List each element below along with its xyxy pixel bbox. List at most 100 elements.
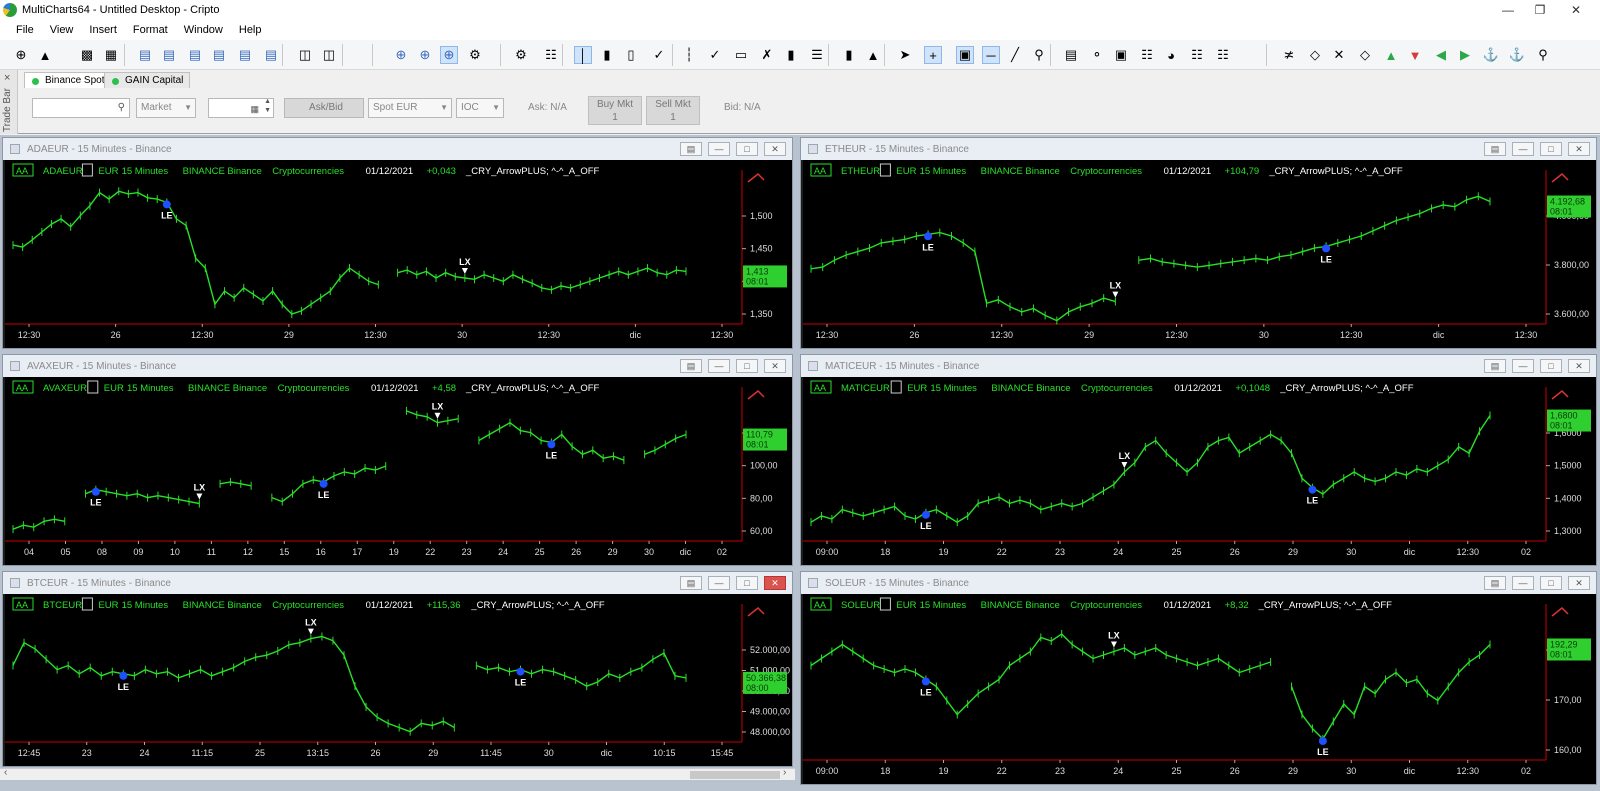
- save-icon[interactable]: ▩: [78, 46, 96, 64]
- chart-canvas[interactable]: AA MATICEUR EUR 15 Minutes BINANCE Binance Cry…: [803, 377, 1596, 565]
- minimize-chart-button[interactable]: —: [708, 576, 730, 590]
- scroll-left-icon[interactable]: ‹: [4, 767, 7, 778]
- print-icon[interactable]: ▦: [102, 46, 120, 64]
- menu-window[interactable]: Window: [176, 20, 231, 40]
- chart-window-btceur[interactable]: BTCEUR - 15 Minutes - Binance ▤ — □ ✕ AA BTCEU…: [2, 571, 793, 767]
- tick-icon[interactable]: ✓: [706, 46, 724, 64]
- maximize-chart-button[interactable]: □: [1540, 359, 1562, 373]
- format-window-button[interactable]: ▤: [1484, 576, 1506, 590]
- bar-chart-icon[interactable]: │: [574, 46, 592, 64]
- chain-icon[interactable]: ⚬: [1088, 46, 1106, 64]
- menu-insert[interactable]: Insert: [81, 20, 125, 40]
- long-entry-marker-icon[interactable]: [1322, 244, 1331, 253]
- up-green-icon[interactable]: ▲: [1382, 46, 1400, 64]
- chart-window-maticeur[interactable]: MATICEUR - 15 Minutes - Binance ▤ — □ ✕ AA MAT…: [800, 354, 1597, 566]
- format-window-button[interactable]: ▤: [680, 142, 702, 156]
- arrows-in-icon[interactable]: ✕: [1330, 46, 1348, 64]
- close-button[interactable]: ✕: [1560, 0, 1592, 20]
- format-icon[interactable]: ☷: [542, 46, 560, 64]
- right-green-icon[interactable]: ▶: [1456, 46, 1474, 64]
- settings-icon[interactable]: ⚙: [512, 46, 530, 64]
- anchor-icon[interactable]: ⚓: [1482, 46, 1500, 64]
- close-chart-button[interactable]: ✕: [764, 142, 786, 156]
- maximize-chart-button[interactable]: □: [1540, 576, 1562, 590]
- volume-icon[interactable]: ▮: [840, 46, 858, 64]
- add-indicator-icon[interactable]: ⊕: [392, 46, 410, 64]
- line-icon[interactable]: ✓: [650, 46, 668, 64]
- long-entry-marker-icon[interactable]: [921, 677, 930, 686]
- spinner-icon[interactable]: ▲ ▼: [264, 97, 271, 115]
- crosshair-icon[interactable]: +: [924, 46, 942, 64]
- chart-canvas[interactable]: AA BTCEUR EUR 15 Minutes BINANCE Binance Crypt…: [5, 594, 792, 766]
- candle-icon[interactable]: ▮: [598, 46, 616, 64]
- candle2-icon[interactable]: ▮: [782, 46, 800, 64]
- quantity-stepper[interactable]: ▦ ▲ ▼: [208, 98, 274, 118]
- tree-icon[interactable]: ☷: [1214, 46, 1232, 64]
- restore-button[interactable]: ❐: [1524, 0, 1556, 20]
- magnify-icon[interactable]: ⚲: [1534, 46, 1552, 64]
- bars-icon[interactable]: ☰: [808, 46, 826, 64]
- arrows-out-icon[interactable]: ◇: [1356, 46, 1374, 64]
- symbol-input[interactable]: ⚲: [32, 98, 130, 118]
- sell-market-button[interactable]: Sell Mkt 1: [646, 96, 700, 125]
- grid-icon[interactable]: ☷: [1138, 46, 1156, 64]
- export-icon[interactable]: ◫: [320, 46, 338, 64]
- long-entry-marker-icon[interactable]: [119, 671, 128, 680]
- tab-binance-spot[interactable]: Binance Spot: [24, 72, 112, 88]
- chart-canvas[interactable]: AA AVAXEUR EUR 15 Minutes BINANCE Binance Cryp…: [5, 377, 792, 565]
- chart-window-titlebar[interactable]: BTCEUR - 15 Minutes - Binance ▤ — □ ✕: [3, 572, 792, 594]
- expand-icon[interactable]: ◇: [1306, 46, 1324, 64]
- properties-icon[interactable]: ⚙: [466, 46, 484, 64]
- format-window-button[interactable]: ▤: [1484, 142, 1506, 156]
- delta-icon[interactable]: ▲: [864, 46, 882, 64]
- chart-canvas[interactable]: AA SOLEUR EUR 15 Minutes BINANCE Binance Crypt…: [803, 594, 1596, 784]
- close-chart-button[interactable]: ✕: [1568, 576, 1590, 590]
- minimize-chart-button[interactable]: —: [708, 359, 730, 373]
- pie-icon[interactable]: ◕: [1162, 46, 1180, 64]
- long-entry-marker-icon[interactable]: [924, 232, 933, 241]
- doc5-icon[interactable]: ▤: [236, 46, 254, 64]
- chart-window-etheur[interactable]: ETHEUR - 15 Minutes - Binance ▤ — □ ✕ AA ETHEU…: [800, 137, 1597, 349]
- minimize-chart-button[interactable]: —: [1512, 359, 1534, 373]
- maximize-chart-button[interactable]: □: [736, 576, 758, 590]
- long-entry-marker-icon[interactable]: [547, 440, 556, 449]
- long-entry-marker-icon[interactable]: [319, 479, 328, 488]
- dom-icon[interactable]: ▤: [1062, 46, 1080, 64]
- chart-window-titlebar[interactable]: SOLEUR - 15 Minutes - Binance ▤ — □ ✕: [801, 572, 1596, 594]
- format-window-button[interactable]: ▤: [1484, 359, 1506, 373]
- doc2-icon[interactable]: ▤: [160, 46, 178, 64]
- long-entry-marker-icon[interactable]: [162, 200, 171, 209]
- new-chart-icon[interactable]: ⊕: [12, 46, 30, 64]
- ask-bid-button[interactable]: Ask/Bid: [284, 98, 364, 118]
- chart-window-titlebar[interactable]: ETHEUR - 15 Minutes - Binance ▤ — □ ✕: [801, 138, 1596, 160]
- long-entry-marker-icon[interactable]: [516, 667, 525, 676]
- long-entry-marker-icon[interactable]: [1318, 737, 1327, 745]
- trend-icon[interactable]: ╱: [1006, 46, 1024, 64]
- doc6-icon[interactable]: ▤: [262, 46, 280, 64]
- minimize-chart-button[interactable]: —: [708, 142, 730, 156]
- menu-help[interactable]: Help: [231, 20, 270, 40]
- pointer-icon[interactable]: ➤: [896, 46, 914, 64]
- id-icon[interactable]: ▣: [1112, 46, 1130, 64]
- maximize-chart-button[interactable]: □: [736, 359, 758, 373]
- format-window-button[interactable]: ▤: [680, 359, 702, 373]
- horizontal-scrollbar[interactable]: ‹ ›: [0, 767, 795, 780]
- close-chart-button[interactable]: ✕: [764, 359, 786, 373]
- tif-select[interactable]: IOC ▼: [456, 98, 504, 118]
- chart-window-adaeur[interactable]: ADAEUR - 15 Minutes - Binance ▤ — □ ✕ AA ADAEU…: [2, 137, 793, 349]
- close-chart-button[interactable]: ✕: [764, 576, 786, 590]
- comment-icon[interactable]: ▣: [956, 46, 974, 64]
- chart-canvas[interactable]: AA ETHEUR EUR 15 Minutes BINANCE Binance Crypt…: [803, 160, 1596, 348]
- collapse-icon[interactable]: ≭: [1280, 46, 1298, 64]
- table-icon[interactable]: ☷: [1188, 46, 1206, 64]
- scroll-right-icon[interactable]: ›: [783, 767, 786, 778]
- doc4-icon[interactable]: ▤: [210, 46, 228, 64]
- trade-bar-close-icon[interactable]: ×: [4, 72, 10, 84]
- zoom-icon[interactable]: ⚲: [1030, 46, 1048, 64]
- chart-canvas[interactable]: AA ADAEUR EUR 15 Minutes BINANCE Binance Crypt…: [5, 160, 792, 348]
- hollow-candle-icon[interactable]: ▯: [622, 46, 640, 64]
- chart-window-soleur[interactable]: SOLEUR - 15 Minutes - Binance ▤ — □ ✕ AA SOLEU…: [800, 571, 1597, 785]
- import-icon[interactable]: ◫: [296, 46, 314, 64]
- menu-file[interactable]: File: [8, 20, 42, 40]
- doc1-icon[interactable]: ▤: [136, 46, 154, 64]
